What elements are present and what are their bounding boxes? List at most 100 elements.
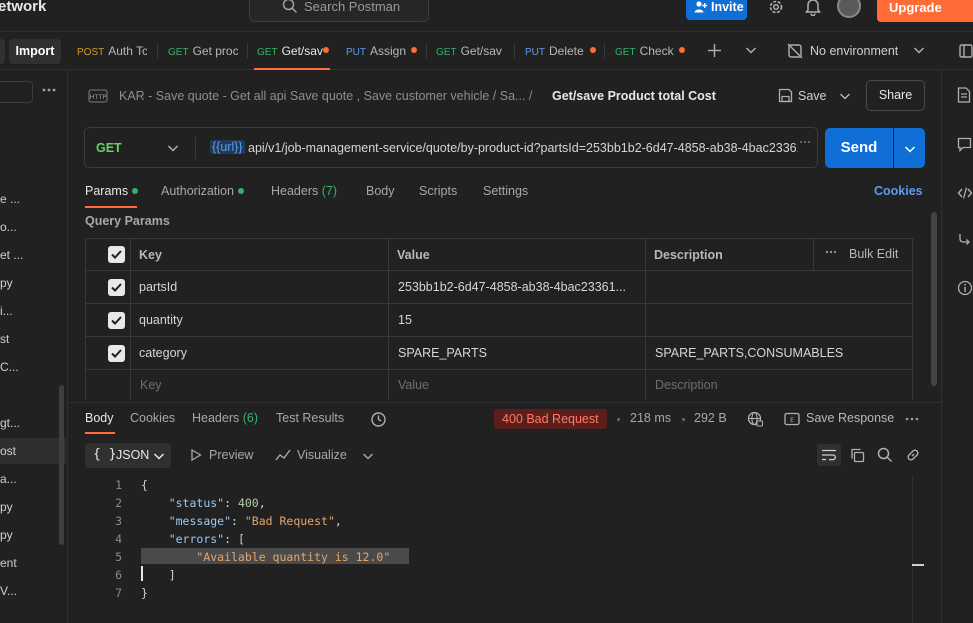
param-checkbox[interactable] — [108, 279, 125, 296]
more-options-icon[interactable] — [825, 250, 837, 254]
chevron-down-icon[interactable] — [362, 451, 374, 461]
sidebar-item[interactable]: a... — [0, 466, 66, 492]
tab-headers[interactable]: Headers (7) — [271, 184, 337, 198]
preview-button[interactable]: Preview — [209, 448, 253, 462]
new-param-value-input[interactable]: Value — [398, 378, 429, 392]
network-globe-icon[interactable] — [747, 411, 763, 427]
copy-icon[interactable] — [850, 448, 865, 463]
related-collections-icon[interactable] — [957, 232, 972, 247]
sidebar-item[interactable]: V... — [0, 578, 66, 604]
url-input[interactable]: api/v1/job-management-service/quote/by-p… — [248, 141, 798, 155]
sidebar-item[interactable]: e ... — [0, 186, 66, 212]
new-button[interactable] — [0, 39, 5, 64]
chevron-down-icon[interactable] — [745, 45, 757, 55]
tab-params[interactable]: Params — [85, 184, 139, 198]
sidebar-scrollbar[interactable] — [59, 385, 64, 545]
status-badge[interactable]: 400 Bad Request — [494, 409, 607, 429]
new-tab-icon[interactable] — [707, 43, 722, 58]
code-icon[interactable] — [957, 186, 973, 200]
response-tab-headers[interactable]: Headers (6) — [192, 411, 258, 425]
request-tab[interactable]: GET Get proc — [168, 33, 238, 70]
request-tab[interactable]: GET Check t — [615, 33, 677, 70]
response-tab-cookies[interactable]: Cookies — [130, 411, 175, 425]
sidebar-filter-input[interactable] — [0, 81, 33, 103]
url-variable[interactable]: {{url}} — [210, 140, 245, 154]
share-button[interactable]: Share — [866, 80, 925, 111]
code-line[interactable]: } — [141, 586, 148, 600]
param-checkbox[interactable] — [108, 312, 125, 329]
sidebar-item[interactable]: py — [0, 522, 66, 548]
code-line[interactable]: ] — [141, 568, 176, 582]
response-scrollbar[interactable] — [912, 476, 924, 623]
save-response-button[interactable]: Save Response — [806, 411, 894, 425]
param-key[interactable]: partsId — [139, 280, 379, 294]
param-checkbox[interactable] — [108, 345, 125, 362]
request-title[interactable]: Get/save Product total Cost — [552, 89, 716, 103]
history-icon[interactable] — [370, 411, 387, 428]
documentation-icon[interactable] — [957, 87, 971, 103]
bulk-edit-button[interactable]: Bulk Edit — [849, 247, 898, 261]
sidebar-item[interactable]: st — [0, 326, 66, 352]
visualize-button[interactable]: Visualize — [297, 448, 347, 462]
response-time[interactable]: 218 ms — [630, 411, 671, 425]
request-tab[interactable]: PUT Delete p — [525, 33, 587, 70]
code-line[interactable]: "Available quantity is 12.0" — [141, 550, 390, 564]
more-icon[interactable] — [799, 140, 811, 144]
send-button[interactable]: Send — [825, 128, 893, 168]
sidebar-item-active[interactable]: ost — [0, 438, 66, 464]
request-tab[interactable]: POST Auth Tc — [77, 33, 147, 70]
save-button[interactable]: Save — [798, 89, 827, 103]
more-options-icon[interactable] — [42, 87, 56, 93]
chevron-down-icon[interactable] — [167, 143, 179, 153]
request-tab[interactable]: PUT Assign p — [346, 33, 408, 70]
response-tab-body[interactable]: Body — [85, 411, 114, 425]
param-value[interactable]: SPARE_PARTS — [398, 346, 642, 360]
pane-divider[interactable] — [69, 402, 941, 403]
comments-icon[interactable] — [957, 137, 972, 152]
import-button[interactable]: Import — [9, 39, 61, 64]
search-icon[interactable] — [877, 447, 893, 463]
param-key[interactable]: quantity — [139, 313, 379, 327]
sidebar-item[interactable]: i... — [0, 298, 66, 324]
sidebar-item[interactable]: py — [0, 270, 66, 296]
param-value[interactable]: 15 — [398, 313, 642, 327]
chevron-down-icon[interactable] — [913, 45, 925, 55]
param-key[interactable]: category — [139, 346, 379, 360]
bell-icon[interactable] — [805, 0, 821, 16]
response-size[interactable]: 292 B — [694, 411, 727, 425]
request-tab[interactable]: GETGet/save — [436, 33, 502, 70]
gear-icon[interactable] — [767, 0, 785, 16]
method-selector[interactable]: GET — [96, 141, 122, 155]
cookies-link[interactable]: Cookies — [874, 184, 923, 198]
breadcrumb[interactable]: KAR - Save quote - Get all api Save quot… — [119, 89, 532, 103]
code-line[interactable]: "status": 400, — [141, 496, 266, 510]
link-icon[interactable] — [905, 447, 921, 463]
request-scrollbar[interactable] — [931, 212, 937, 386]
sidebar-item[interactable]: gt... — [0, 410, 66, 436]
select-all-checkbox[interactable] — [108, 246, 125, 263]
tab-scripts[interactable]: Scripts — [419, 184, 457, 198]
sidebar-item[interactable]: py — [0, 494, 66, 520]
response-tab-test-results[interactable]: Test Results — [276, 411, 344, 425]
code-line[interactable]: { — [141, 478, 148, 492]
tab-authorization[interactable]: Authorization — [161, 184, 244, 198]
environment-selector[interactable]: No environment — [810, 44, 898, 58]
new-param-description-input[interactable]: Description — [655, 378, 718, 392]
sidebar-item[interactable]: et ... — [0, 242, 66, 268]
chevron-down-icon[interactable] — [839, 91, 851, 101]
tab-settings[interactable]: Settings — [483, 184, 528, 198]
sidebar-item[interactable]: ent — [0, 550, 66, 576]
sidebar-item[interactable]: o... — [0, 214, 66, 240]
code-line[interactable]: "errors": [ — [141, 532, 245, 546]
sidebar-item[interactable]: C... — [0, 354, 66, 380]
tab-body[interactable]: Body — [366, 184, 395, 198]
code-line[interactable]: "message": "Bad Request", — [141, 514, 342, 528]
info-icon[interactable] — [957, 280, 973, 296]
param-value[interactable]: 253bb1b2-6d47-4858-ab38-4bac23361... — [398, 280, 642, 294]
more-options-icon[interactable] — [905, 416, 919, 422]
request-tab-active[interactable]: GET Get/sav — [257, 33, 323, 70]
param-description[interactable]: SPARE_PARTS,CONSUMABLES — [655, 346, 905, 360]
new-param-key-input[interactable]: Key — [140, 378, 162, 392]
environment-quick-look-icon[interactable] — [958, 43, 973, 59]
workspace-title[interactable]: etwork — [0, 0, 46, 15]
